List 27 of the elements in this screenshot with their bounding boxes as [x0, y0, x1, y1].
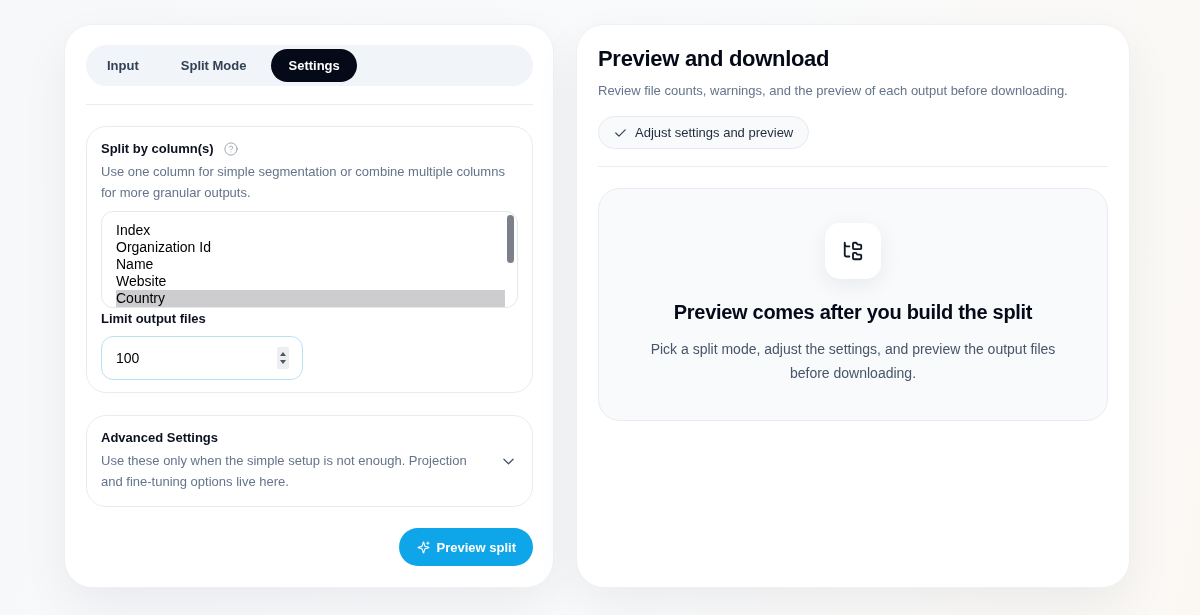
empty-state-title: Preview comes after you build the split [673, 300, 1033, 325]
panel-title: Preview and download [598, 45, 830, 73]
empty-state-description: Pick a split mode, adjust the settings, and preview the output files before downloading. [649, 340, 1057, 383]
limit-number-input[interactable]: 100 [101, 336, 303, 380]
column-listbox[interactable]: Index Organization Id Name Website Country [101, 211, 518, 308]
scrollbar-thumb[interactable] [507, 215, 514, 263]
check-icon [615, 128, 626, 137]
sparkles-icon [416, 540, 430, 554]
section-title: Split by column(s) [101, 140, 214, 158]
tab[interactable]: Input [90, 49, 156, 82]
column-option[interactable]: Index [116, 222, 505, 239]
chevron-down-icon[interactable] [503, 458, 514, 465]
column-option[interactable]: Organization Id [116, 239, 505, 256]
field-label: Limit output files [101, 310, 207, 328]
section-description: Use these only when the simple setup is not enough. Projection and fine-tuning options live here. [101, 452, 468, 491]
section-description: Use one column for simple segmentation or combine multiple columns for more granular outputs. [101, 163, 506, 202]
panel-description: Review file counts, warnings, and the preview of each output before downloading. [598, 82, 1068, 100]
tab[interactable]: Settings [271, 49, 357, 82]
chip-label: Adjust settings and preview [635, 125, 794, 140]
stepper-arrows-icon[interactable] [277, 347, 289, 369]
advanced-settings-card[interactable]: Advanced Settings Use these only when the simple setup is not enough. Projection and fine-tuning options live here. [86, 415, 533, 507]
column-option[interactable]: Website [116, 273, 505, 290]
folder-tree-icon [825, 223, 881, 279]
column-option[interactable]: Country [116, 290, 505, 307]
tab[interactable]: Split Mode [163, 49, 264, 82]
column-option[interactable]: Name [116, 256, 505, 273]
section-title: Advanced Settings [101, 429, 220, 447]
